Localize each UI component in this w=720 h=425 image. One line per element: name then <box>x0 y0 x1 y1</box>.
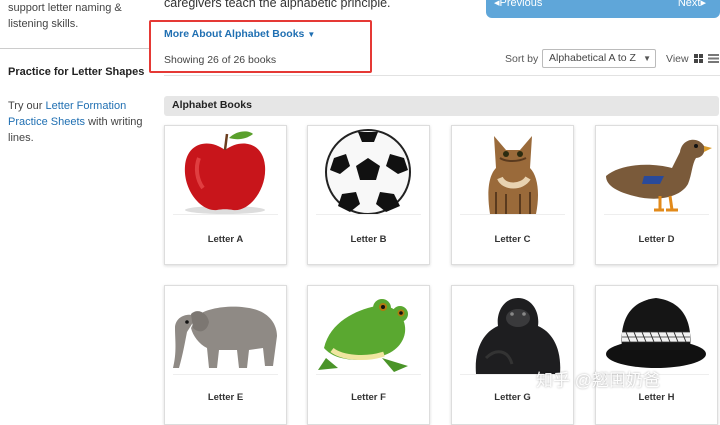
sort-select-value: Alphabetical A to Z <box>549 52 636 64</box>
cat-image <box>488 136 538 214</box>
elephant-image <box>173 306 277 368</box>
book-card-e[interactable]: Letter E <box>164 285 287 425</box>
intro-text: caregivers teach the alphabetic principl… <box>164 0 391 10</box>
sidebar-divider <box>0 48 150 49</box>
chevron-down-icon: ▼ <box>643 54 651 63</box>
grid-view-icon[interactable] <box>694 54 703 63</box>
apple-image <box>184 131 266 214</box>
card-divider <box>173 214 278 215</box>
book-card-d[interactable]: Letter D <box>595 125 718 265</box>
book-label: Letter E <box>207 392 244 403</box>
top-divider <box>164 75 720 76</box>
book-card-g[interactable]: Letter G <box>451 285 574 425</box>
card-divider <box>460 214 565 215</box>
caret-down-icon: ▼ <box>307 30 316 39</box>
list-view-icon[interactable] <box>708 54 719 63</box>
previous-button[interactable]: ◂Previous <box>494 0 542 9</box>
card-divider <box>316 214 421 215</box>
book-card-h[interactable]: Letter H <box>595 285 718 425</box>
section-title: Alphabet Books <box>172 99 252 111</box>
sidebar-para-prefix: Try our <box>8 100 46 112</box>
sidebar-intro-line: support letter naming & <box>8 2 122 14</box>
gorilla-image <box>475 298 561 374</box>
more-about-label: More About Alphabet Books <box>164 28 305 40</box>
results-count: Showing 26 of 26 books <box>164 54 277 66</box>
previous-label: Previous <box>499 0 543 9</box>
book-label: Letter F <box>351 392 386 403</box>
more-about-dropdown[interactable]: More About Alphabet Books ▼ <box>164 28 315 40</box>
book-label: Letter C <box>494 234 531 245</box>
watermark: 知乎 @翘囤奶爸 <box>536 371 660 390</box>
sidebar-paragraph: Try our Letter Formation Practice Sheets… <box>8 98 153 146</box>
view-label: View <box>666 53 689 65</box>
next-label: Next <box>677 0 701 9</box>
frog-image <box>318 299 408 372</box>
book-card-b[interactable]: Letter B <box>307 125 430 265</box>
book-card-f[interactable]: Letter F <box>307 285 430 425</box>
sidebar-intro-line: listening skills. <box>8 18 79 30</box>
section-header: Alphabet Books <box>164 96 719 116</box>
card-divider <box>604 214 709 215</box>
book-label: Letter B <box>350 234 387 245</box>
sort-select[interactable]: Alphabetical A to Z ▼ <box>542 49 656 68</box>
card-divider <box>173 374 278 375</box>
book-card-c[interactable]: Letter C <box>451 125 574 265</box>
book-label: Letter H <box>638 392 675 403</box>
soccer-ball-image <box>325 129 411 214</box>
book-card-a[interactable]: Letter A <box>164 125 287 265</box>
sidebar-intro-text: support letter naming & listening skills… <box>8 0 150 32</box>
sort-label: Sort by <box>505 53 539 65</box>
book-label: Letter A <box>207 234 244 245</box>
book-label: Letter D <box>638 234 675 245</box>
duck-image <box>606 139 712 212</box>
chevron-right-icon: ▸ <box>700 0 706 9</box>
left-sidebar: support letter naming & listening skills… <box>0 0 150 410</box>
next-button[interactable]: Next▸ <box>678 0 706 9</box>
card-divider <box>316 374 421 375</box>
book-label: Letter G <box>494 392 531 403</box>
sidebar-heading: Practice for Letter Shapes <box>8 66 145 78</box>
pager: ◂Previous Next▸ <box>486 0 720 18</box>
hat-image <box>606 298 706 368</box>
